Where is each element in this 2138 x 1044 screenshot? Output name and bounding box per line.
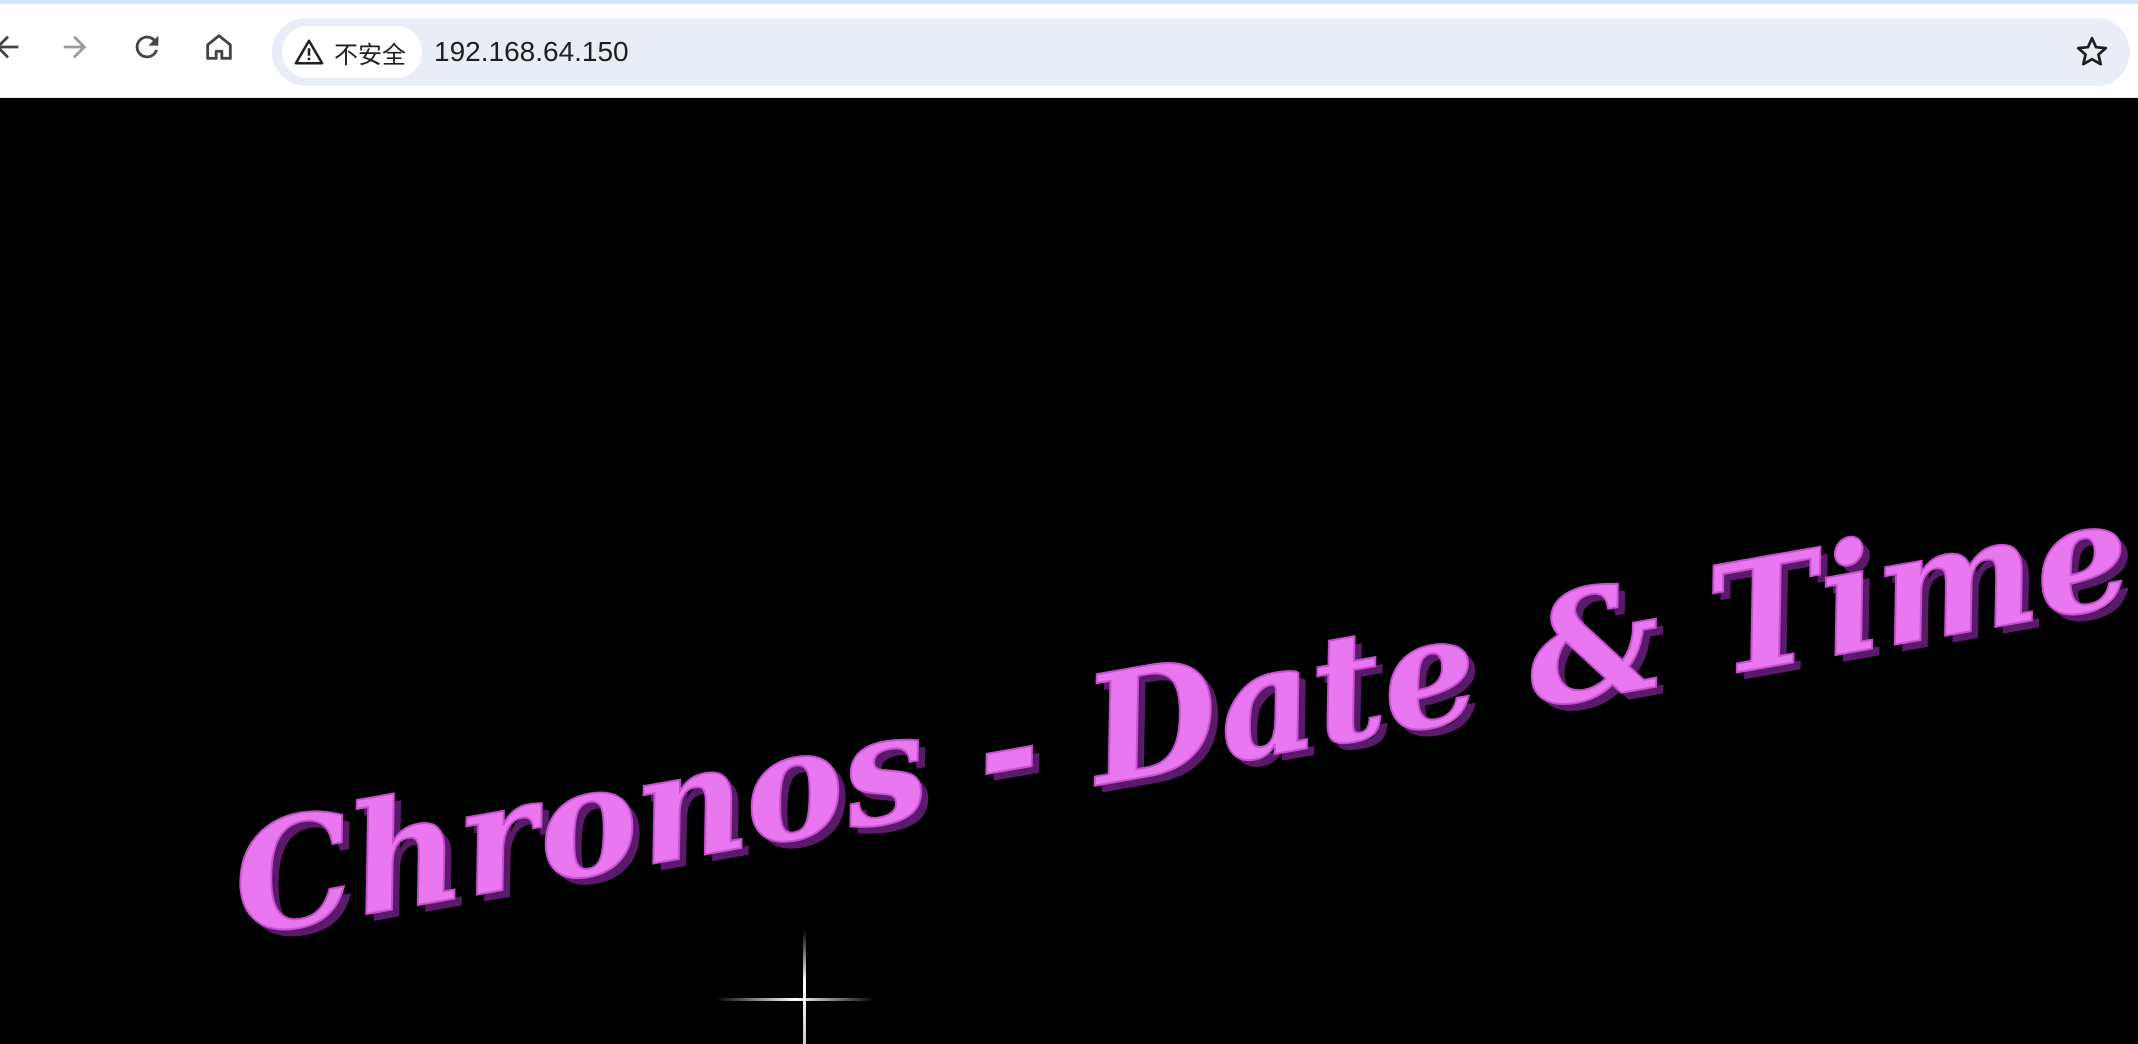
back-button[interactable] — [0, 18, 36, 76]
back-icon — [0, 35, 19, 59]
url-text[interactable]: 192.168.64.150 — [434, 18, 629, 86]
browser-toolbar: 不安全 192.168.64.150 — [0, 4, 2138, 98]
home-icon — [206, 34, 232, 60]
warning-icon — [294, 39, 324, 65]
title-logo: Chronos - Date & Time Chronos - Date & T… — [218, 463, 2138, 978]
page-content: Chronos - Date & Time Chronos - Date & T… — [0, 98, 2138, 1044]
forward-button[interactable] — [46, 18, 104, 76]
address-bar[interactable]: 不安全 192.168.64.150 — [272, 18, 2130, 86]
security-chip[interactable]: 不安全 — [282, 26, 422, 78]
reload-button[interactable] — [118, 18, 176, 76]
security-label: 不安全 — [334, 40, 406, 69]
home-button[interactable] — [190, 18, 248, 76]
forward-icon — [63, 35, 87, 59]
star-icon[interactable] — [2074, 34, 2110, 70]
sparkle-icon — [715, 930, 875, 1044]
page-title: Chronos - Date & Time — [219, 464, 2138, 971]
reload-icon — [135, 35, 159, 59]
